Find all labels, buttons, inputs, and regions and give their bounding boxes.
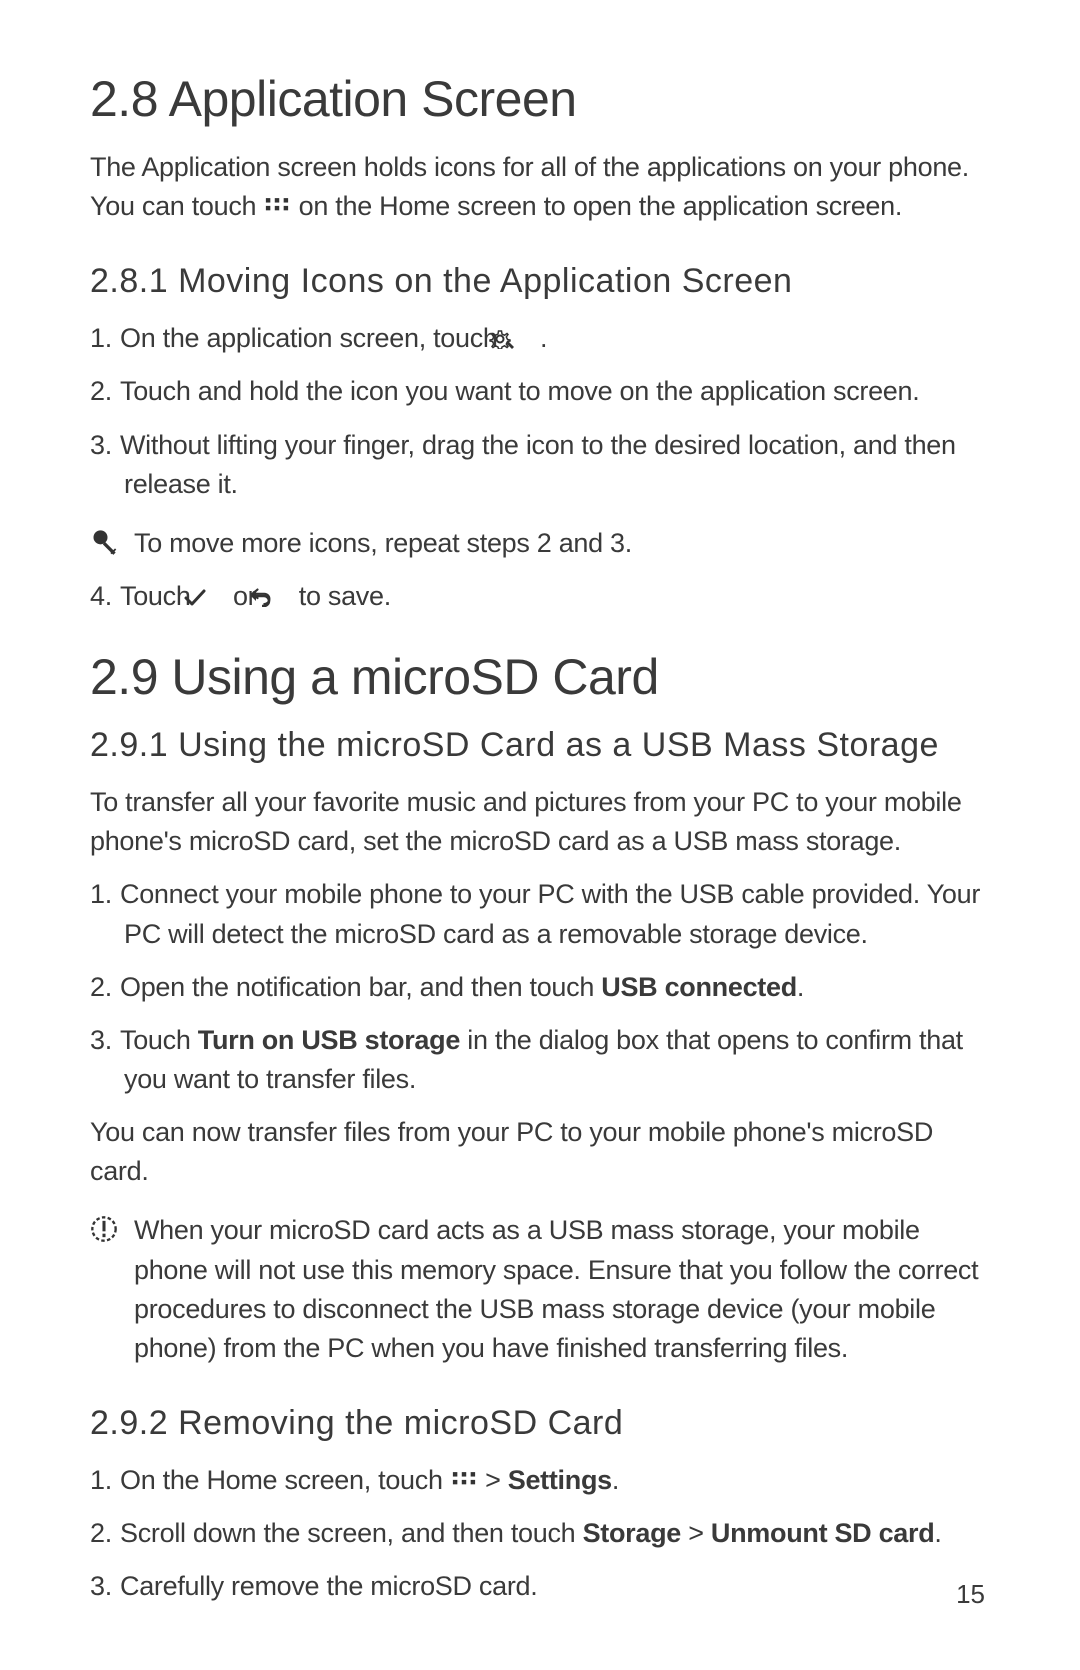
warning-note: When your microSD card acts as a USB mas…	[90, 1211, 990, 1368]
text: Touch	[120, 1025, 198, 1055]
step-number: 1.	[90, 319, 120, 358]
steps-2-9-1: 1.Connect your mobile phone to your PC w…	[90, 875, 990, 1099]
paragraph-2-9-1-after: You can now transfer files from your PC …	[90, 1113, 990, 1191]
tip-icon	[90, 528, 118, 556]
apps-grid-icon	[263, 189, 291, 209]
bold-text: Storage	[583, 1518, 681, 1548]
text: on the Home screen to open the applicati…	[299, 191, 902, 221]
step-number: 2.	[90, 372, 120, 411]
tip-text: To move more icons, repeat steps 2 and 3…	[134, 524, 990, 563]
text: Scroll down the screen, and then touch	[120, 1518, 583, 1548]
list-item: 3.Touch Turn on USB storage in the dialo…	[90, 1021, 990, 1099]
step-number: 1.	[90, 1461, 120, 1500]
steps-2-8-1b: 4.Touch or to save.	[90, 577, 990, 616]
text: >	[681, 1518, 711, 1548]
step-number: 3.	[90, 1567, 120, 1606]
warning-icon	[90, 1215, 118, 1243]
list-item: 4.Touch or to save.	[90, 577, 990, 616]
list-item: 2.Scroll down the screen, and then touch…	[90, 1514, 990, 1553]
steps-2-8-1: 1.On the application screen, touch . 2.T…	[90, 319, 990, 504]
heading-2-8-1: 2.8.1 Moving Icons on the Application Sc…	[90, 262, 990, 301]
text: to save.	[299, 581, 391, 611]
heading-2-9-1: 2.9.1 Using the microSD Card as a USB Ma…	[90, 726, 990, 765]
text: >	[485, 1465, 508, 1495]
heading-2-8: 2.8 Application Screen	[90, 70, 990, 128]
page-number: 15	[956, 1579, 985, 1610]
gear-edit-icon	[505, 321, 533, 341]
text: Without lifting your finger, drag the ic…	[120, 430, 956, 499]
tip-note: To move more icons, repeat steps 2 and 3…	[90, 524, 990, 563]
list-item: 2.Open the notification bar, and then to…	[90, 968, 990, 1007]
list-item: 1.On the application screen, touch .	[90, 319, 990, 358]
text: Connect your mobile phone to your PC wit…	[120, 879, 980, 948]
text: Touch and hold the icon you want to move…	[120, 376, 919, 406]
warning-text: When your microSD card acts as a USB mas…	[134, 1211, 990, 1368]
bold-text: Settings	[508, 1465, 612, 1495]
check-icon	[198, 579, 226, 599]
step-number: 4.	[90, 577, 120, 616]
list-item: 3.Without lifting your finger, drag the …	[90, 426, 990, 504]
apps-grid-icon	[450, 1463, 478, 1483]
text: .	[797, 972, 804, 1002]
list-item: 2.Touch and hold the icon you want to mo…	[90, 372, 990, 411]
list-item: 3.Carefully remove the microSD card.	[90, 1567, 990, 1606]
text: On the application screen, touch	[120, 323, 505, 353]
text: .	[934, 1518, 941, 1548]
bold-text: USB connected	[601, 972, 797, 1002]
bold-text: Turn on USB storage	[198, 1025, 460, 1055]
step-number: 2.	[90, 1514, 120, 1553]
text: .	[540, 323, 547, 353]
heading-2-9: 2.9 Using a microSD Card	[90, 648, 990, 706]
step-number: 1.	[90, 875, 120, 914]
document-page: 2.8 Application Screen The Application s…	[0, 0, 1080, 1670]
text: On the Home screen, touch	[120, 1465, 450, 1495]
step-number: 2.	[90, 968, 120, 1007]
list-item: 1.On the Home screen, touch > Settings.	[90, 1461, 990, 1500]
step-number: 3.	[90, 426, 120, 465]
text: .	[612, 1465, 619, 1495]
steps-2-9-2: 1.On the Home screen, touch > Settings. …	[90, 1461, 990, 1606]
text: Carefully remove the microSD card.	[120, 1571, 537, 1601]
text: Open the notification bar, and then touc…	[120, 972, 601, 1002]
bold-text: Unmount SD card	[711, 1518, 935, 1548]
step-number: 3.	[90, 1021, 120, 1060]
paragraph-2-8-intro: The Application screen holds icons for a…	[90, 148, 990, 226]
back-undo-icon	[264, 579, 292, 599]
paragraph-2-9-1-intro: To transfer all your favorite music and …	[90, 783, 990, 861]
list-item: 1.Connect your mobile phone to your PC w…	[90, 875, 990, 953]
heading-2-9-2: 2.9.2 Removing the microSD Card	[90, 1404, 990, 1443]
